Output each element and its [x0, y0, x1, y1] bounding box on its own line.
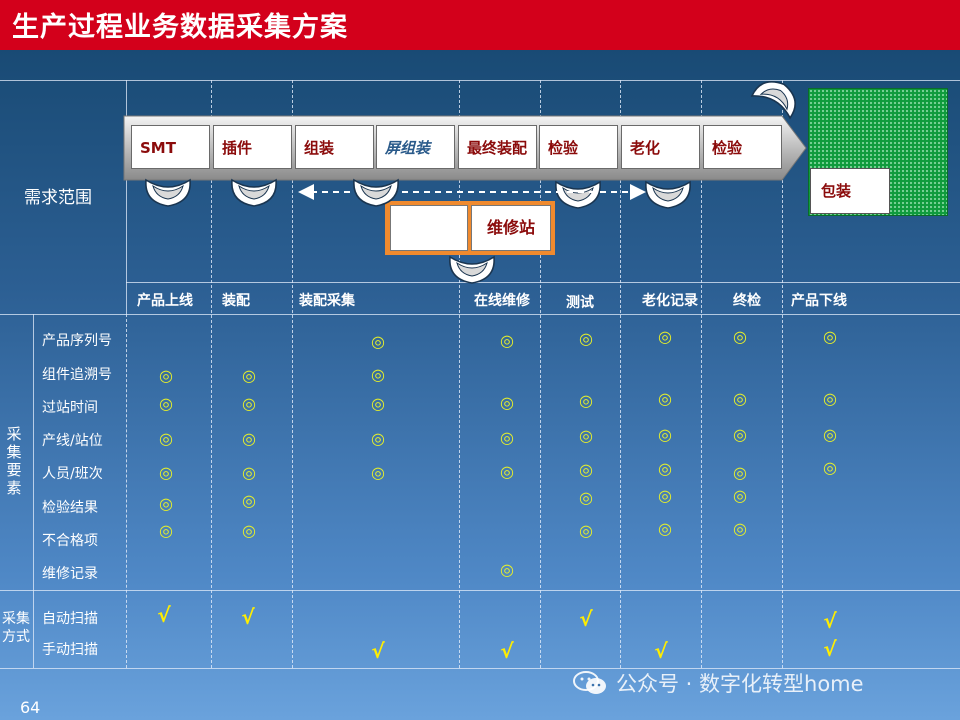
matrix-mark: ◎	[500, 393, 514, 412]
watermark-text: 公众号 · 数字化转型home	[616, 672, 864, 696]
collection-point-icon	[751, 72, 804, 119]
wechat-icon	[573, 671, 606, 694]
matrix-mark: ◎	[579, 391, 593, 410]
matrix-mark: ◎	[500, 428, 514, 447]
factor-component-trace: 组件追溯号	[42, 367, 112, 383]
matrix-mark: ◎	[733, 486, 747, 505]
matrix-mark: ◎	[823, 389, 837, 408]
matrix-mark: ◎	[658, 389, 672, 408]
matrix-mark: ◎	[658, 327, 672, 346]
matrix-mark: ◎	[579, 488, 593, 507]
method-check: √	[654, 639, 668, 663]
phase-final-inspection: 终检	[733, 293, 761, 309]
matrix-mark: ◎	[500, 462, 514, 481]
factor-serial-number: 产品序列号	[42, 333, 112, 349]
phase-product-offline: 产品下线	[791, 293, 847, 309]
matrix-mark: ◎	[242, 394, 256, 413]
matrix-mark: ◎	[371, 463, 385, 482]
factor-inspection-result: 检验结果	[42, 500, 98, 516]
matrix-mark: ◎	[823, 458, 837, 477]
matrix-mark: ◎	[733, 463, 747, 482]
collection-point-icon	[645, 181, 691, 209]
slide: 生产过程业务数据采集方案 需求范围 采集要素 采集方式 SMT 插件 组装 屏组…	[0, 0, 960, 720]
collection-point-icon	[353, 179, 399, 207]
method-check: √	[157, 603, 171, 627]
matrix-mark: ◎	[823, 327, 837, 346]
matrix-mark: ◎	[371, 365, 385, 384]
matrix-mark: ◎	[658, 425, 672, 444]
matrix-mark: ◎	[159, 463, 173, 482]
matrix-mark: ◎	[579, 426, 593, 445]
method-check: √	[579, 607, 593, 631]
phase-online-repair: 在线维修	[474, 293, 530, 309]
matrix-mark: ◎	[242, 366, 256, 385]
matrix-mark: ◎	[579, 521, 593, 540]
matrix-mark: ◎	[823, 425, 837, 444]
matrix-mark: ◎	[159, 429, 173, 448]
collection-point-icon	[231, 179, 277, 207]
matrix-mark: ◎	[371, 332, 385, 351]
factor-line-station: 产线/站位	[42, 433, 103, 449]
phase-testing: 测试	[566, 295, 594, 311]
matrix-mark: ◎	[500, 560, 514, 579]
matrix-mark: ◎	[159, 521, 173, 540]
method-check: √	[241, 605, 255, 629]
matrix-mark: ◎	[733, 389, 747, 408]
matrix-mark: ◎	[500, 331, 514, 350]
phase-product-online: 产品上线	[137, 293, 193, 309]
factor-repair-record: 维修记录	[42, 566, 98, 582]
method-auto-scan: 自动扫描	[42, 611, 98, 627]
phase-assembly-collection: 装配采集	[299, 293, 355, 309]
matrix-mark: ◎	[579, 329, 593, 348]
matrix-mark: ◎	[242, 429, 256, 448]
matrix-mark: ◎	[242, 491, 256, 510]
matrix-mark: ◎	[733, 519, 747, 538]
method-check: √	[500, 639, 514, 663]
collection-point-icon	[145, 179, 191, 207]
watermark: 公众号 · 数字化转型home	[572, 668, 864, 698]
matrix-mark: ◎	[159, 494, 173, 513]
matrix-mark: ◎	[371, 429, 385, 448]
phase-aging-record: 老化记录	[642, 293, 698, 309]
matrix-mark: ◎	[242, 463, 256, 482]
matrix-mark: ◎	[733, 327, 747, 346]
factor-staff-shift: 人员/班次	[42, 466, 103, 482]
matrix-mark: ◎	[658, 459, 672, 478]
collection-points-layer	[145, 72, 804, 284]
factor-defect-items: 不合格项	[42, 533, 98, 549]
matrix-mark: ◎	[658, 519, 672, 538]
matrix-mark: ◎	[658, 486, 672, 505]
factor-pass-time: 过站时间	[42, 400, 98, 416]
matrix-mark: ◎	[371, 394, 385, 413]
method-manual-scan: 手动扫描	[42, 642, 98, 658]
method-check: √	[371, 639, 385, 663]
page-number: 64	[20, 698, 41, 717]
phase-assembly: 装配	[222, 293, 250, 309]
matrix-mark: ◎	[733, 425, 747, 444]
collection-point-icon	[555, 181, 601, 209]
collection-point-icon	[449, 256, 495, 284]
matrix-mark: ◎	[242, 521, 256, 540]
matrix-mark: ◎	[579, 460, 593, 479]
matrix-mark: ◎	[159, 366, 173, 385]
method-check: √	[823, 637, 837, 661]
matrix-mark: ◎	[159, 394, 173, 413]
method-check: √	[823, 609, 837, 633]
